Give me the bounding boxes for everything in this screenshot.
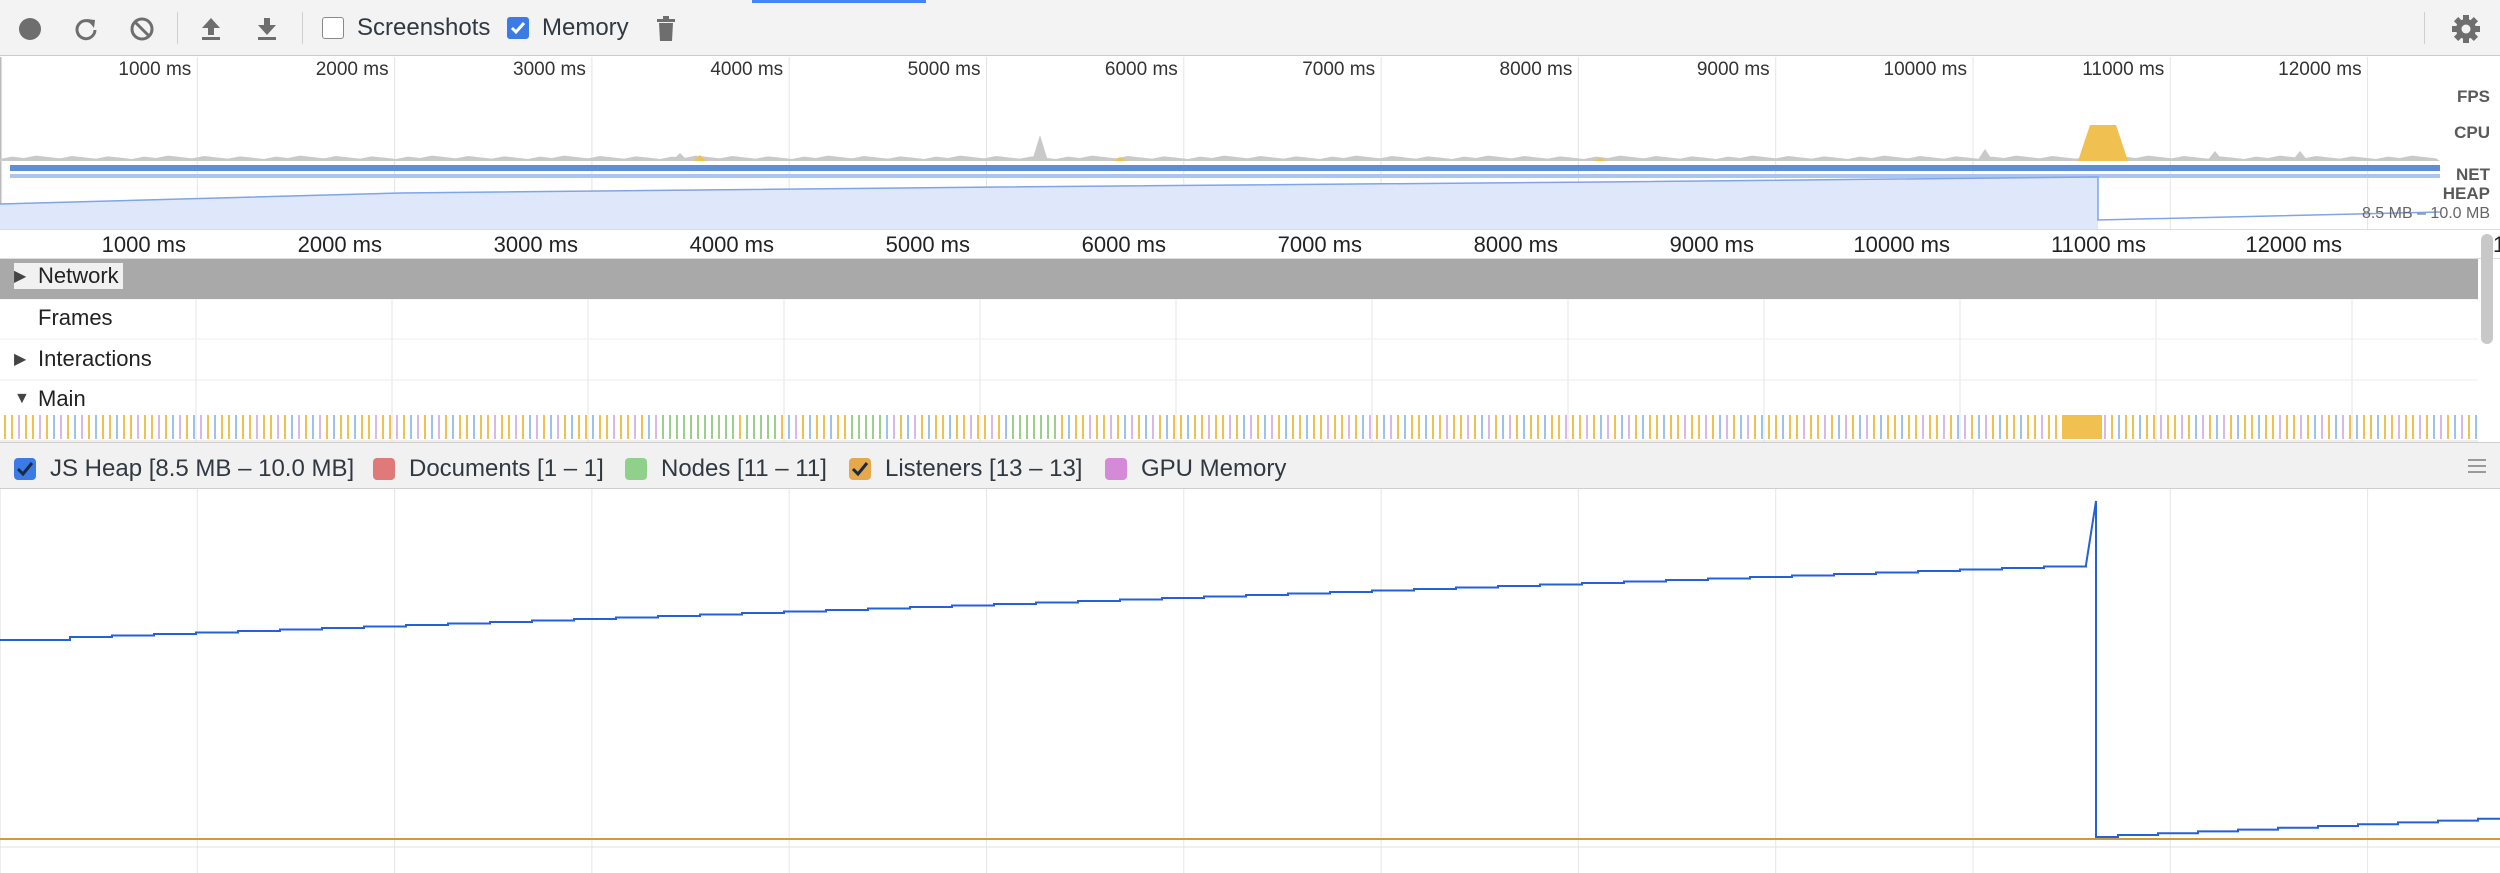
memory-label[interactable]: Memory: [542, 14, 629, 42]
documents-checkbox[interactable]: [373, 458, 395, 480]
listeners-checkbox[interactable]: [849, 458, 871, 480]
counters-legend: JS Heap [8.5 MB – 10.0 MB] Documents [1 …: [0, 442, 2500, 489]
heap-range-label: 8.5 MB – 10.0 MB: [2361, 205, 2490, 222]
gear-icon: [2451, 14, 2481, 44]
collapse-arrow-icon: ▼: [14, 390, 30, 407]
ruler-tick-label: 1000 ms: [101, 232, 186, 257]
overview-tick-label: 8000 ms: [1499, 59, 1573, 80]
ruler-tick-label: 2000 ms: [297, 232, 382, 257]
timeline-overview[interactable]: 1000 ms 2000 ms 3000 ms 4000 ms 5000 ms 6000 …: [0, 57, 2500, 229]
legend-nodes[interactable]: Nodes [11 – 11]: [625, 455, 827, 483]
track-label-frames: Frames: [38, 305, 113, 330]
toolbar-separator: [2424, 12, 2425, 44]
memory-checkbox[interactable]: [507, 17, 529, 39]
overview-tick-label: 4000 ms: [710, 59, 784, 80]
track-interactions[interactable]: ▶ Interactions: [0, 340, 2478, 380]
trash-icon: [655, 16, 677, 42]
ruler-tick-label: 4000 ms: [689, 232, 774, 257]
reload-button[interactable]: [69, 12, 103, 46]
legend-listeners[interactable]: Listeners [13 – 13]: [849, 455, 1082, 483]
ruler-tick-label: 5000 ms: [885, 232, 970, 257]
overview-tick-label: 9000 ms: [1696, 59, 1770, 80]
legend-label: Documents [1 – 1]: [409, 455, 604, 482]
track-network[interactable]: ▶ Network: [0, 259, 2478, 299]
ruler-tick-label: 10000 ms: [1853, 232, 1950, 257]
track-frames[interactable]: Frames: [0, 299, 2478, 339]
screenshots-label[interactable]: Screenshots: [357, 14, 490, 42]
upload-icon: [199, 16, 223, 42]
save-profile-button[interactable]: [250, 12, 284, 46]
cpu-activity-area: [0, 155, 2440, 161]
expand-arrow-icon: ▶: [14, 268, 27, 285]
track-label-interactions: Interactions: [38, 346, 152, 371]
legend-label: Nodes [11 – 11]: [661, 455, 827, 482]
cpu-spike: [1032, 135, 1048, 161]
overview-graph: [0, 57, 2441, 229]
overview-tick-label: 11000 ms: [2082, 59, 2165, 80]
cpu-spike: [2207, 151, 2223, 161]
legend-label: JS Heap [8.5 MB – 10.0 MB]: [50, 455, 355, 482]
reload-icon: [73, 16, 99, 42]
record-icon: [18, 17, 42, 41]
download-icon: [255, 16, 279, 42]
collect-garbage-button[interactable]: [649, 12, 683, 46]
toolbar-separator: [177, 12, 178, 44]
toolbar: Screenshots Memory: [0, 0, 2500, 56]
fps-label: FPS: [2456, 87, 2490, 106]
legend-js-heap[interactable]: JS Heap [8.5 MB – 10.0 MB]: [14, 455, 354, 483]
counters-svg: [0, 489, 2500, 873]
legend-gpu-memory[interactable]: GPU Memory: [1105, 455, 1286, 483]
legend-label: Listeners [13 – 13]: [885, 455, 1083, 482]
expand-arrow-icon: ▶: [14, 351, 27, 368]
ruler-tick-label: 9000 ms: [1669, 232, 1754, 257]
cpu-spike: [2292, 151, 2308, 161]
clear-icon: [129, 16, 155, 42]
cpu-label: CPU: [2454, 123, 2490, 142]
net-label: NET: [2456, 165, 2490, 184]
overview-tick-label: 1000 ms: [118, 59, 192, 80]
ruler-tick-label: 8000 ms: [1473, 232, 1558, 257]
track-label-main: Main: [38, 386, 86, 411]
overview-tick-label: 5000 ms: [907, 59, 981, 80]
active-tab-indicator: [752, 0, 926, 3]
ruler-tick-label: 3000 ms: [493, 232, 578, 257]
js-heap-line: [0, 500, 2500, 838]
heap-area: [0, 177, 2098, 229]
track-main[interactable]: ▼ Main: [0, 380, 2478, 420]
toolbar-separator: [302, 12, 303, 44]
clear-button[interactable]: [125, 12, 159, 46]
ruler-tick-label: 11000 ms: [2051, 232, 2146, 257]
settings-button[interactable]: [2449, 12, 2483, 46]
checkmark-icon: [16, 462, 34, 477]
counters-graph: [0, 489, 2500, 873]
flamechart-tracks: ▶ Network Frames ▶ Interactions ▼ Main: [0, 259, 2478, 442]
load-profile-button[interactable]: [194, 12, 228, 46]
legend-documents[interactable]: Documents [1 – 1]: [373, 455, 604, 483]
net-bar: [10, 165, 2440, 171]
flamechart-ruler: 1000 ms 2000 ms 3000 ms 4000 ms 5000 ms 6000 …: [0, 229, 2500, 259]
legend-label: GPU Memory: [1141, 455, 1287, 482]
overview-tick-label: 12000 ms: [2278, 59, 2362, 80]
cpu-spike: [1977, 149, 1993, 161]
overview-tick-label: 10000 ms: [1883, 59, 1967, 80]
overview-tick-label: 3000 ms: [513, 59, 586, 80]
heap-label: HEAP: [2442, 184, 2490, 203]
menu-icon[interactable]: [2468, 459, 2486, 477]
gpu-memory-checkbox[interactable]: [1105, 458, 1127, 480]
ruler-tick-label: 12000 ms: [2245, 232, 2342, 257]
cpu-scripting-block: [2078, 125, 2128, 161]
overview-tick-label: 7000 ms: [1302, 59, 1376, 80]
checkmark-icon: [851, 462, 869, 477]
screenshots-checkbox[interactable]: [322, 17, 344, 39]
nodes-checkbox[interactable]: [625, 458, 647, 480]
overview-tick-label: 2000 ms: [315, 59, 389, 80]
record-button[interactable]: [13, 12, 47, 46]
ruler-tick-label: 6000 ms: [1081, 232, 1166, 257]
overview-tick-label: 6000 ms: [1104, 59, 1178, 80]
ruler-tick-label: 1300: [2493, 232, 2500, 257]
ruler-tick-label: 7000 ms: [1277, 232, 1362, 257]
tracks-scrollbar[interactable]: [2481, 234, 2493, 344]
js-heap-checkbox[interactable]: [14, 458, 36, 480]
track-label-network: Network: [38, 263, 119, 288]
